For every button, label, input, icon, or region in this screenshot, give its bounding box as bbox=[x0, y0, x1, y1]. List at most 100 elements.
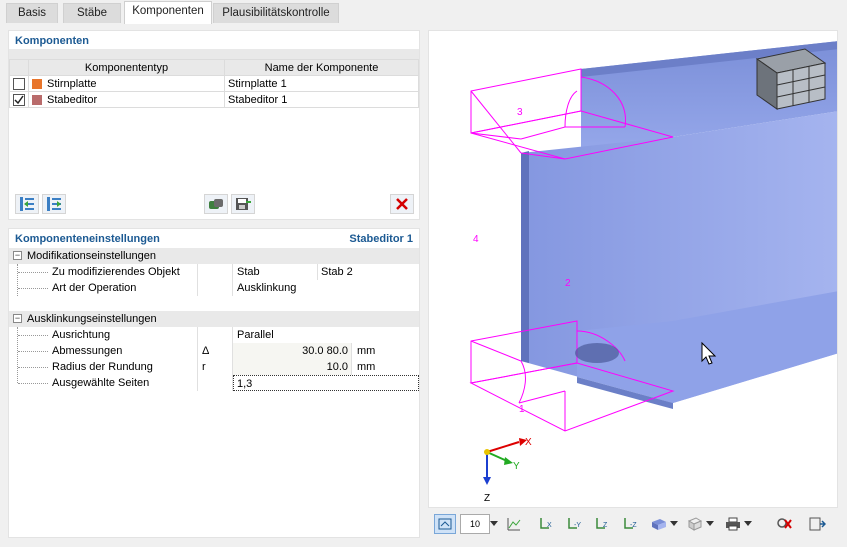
viewport-toolbar: 10 X -Y Z -Z bbox=[428, 510, 838, 538]
exit-view-button[interactable] bbox=[806, 514, 828, 534]
orientation-row[interactable]: Ausrichtung Parallel bbox=[9, 327, 419, 343]
load-library-button[interactable] bbox=[204, 194, 228, 214]
view-minus-y-button[interactable]: -Y bbox=[563, 514, 585, 534]
divider bbox=[197, 327, 198, 343]
table-row[interactable]: Stabeditor Stabeditor 1 bbox=[9, 91, 419, 108]
export-component-button[interactable] bbox=[42, 194, 66, 214]
modification-group-label: Modifikationseinstellungen bbox=[27, 250, 157, 262]
divider bbox=[232, 280, 233, 296]
sides-input[interactable]: 1,3 bbox=[233, 375, 419, 391]
object-label: Zu modifizierendes Objekt bbox=[52, 266, 180, 278]
save-library-button[interactable] bbox=[231, 194, 255, 214]
left-pane: Komponenten Komponententyp Name der Komp… bbox=[8, 30, 420, 538]
scale-dropdown[interactable]: 10 bbox=[460, 514, 490, 534]
print-button[interactable] bbox=[722, 514, 744, 534]
side-label-3: 3 bbox=[517, 107, 523, 118]
sides-label: Ausgewählte Seiten bbox=[52, 377, 150, 389]
axis-z-label: Z bbox=[484, 493, 490, 504]
list-arrow-left-icon bbox=[20, 197, 34, 211]
delete-x-icon bbox=[396, 198, 408, 210]
divider bbox=[317, 264, 318, 280]
view-minus-y-icon: -Y bbox=[568, 518, 581, 529]
type-label: Stabeditor bbox=[47, 93, 98, 106]
divider bbox=[197, 343, 198, 359]
tab-staebe[interactable]: Stäbe bbox=[63, 3, 121, 23]
view-x-icon: X bbox=[540, 518, 552, 529]
name-cell: Stabeditor 1 bbox=[224, 91, 419, 108]
transparency-button[interactable] bbox=[684, 514, 706, 534]
object-type-value[interactable]: Stab bbox=[237, 264, 260, 280]
components-header-row: Komponententyp Name der Komponente bbox=[9, 59, 419, 76]
sides-row[interactable]: Ausgewählte Seiten 1,3 bbox=[9, 375, 419, 391]
reset-view-button[interactable] bbox=[773, 514, 795, 534]
color-swatch bbox=[32, 94, 42, 105]
svg-text:Z: Z bbox=[603, 522, 608, 529]
tree-branch bbox=[18, 288, 48, 289]
checkbox-checked[interactable] bbox=[13, 93, 25, 106]
divider bbox=[197, 264, 198, 280]
checkbox-unchecked[interactable] bbox=[13, 77, 25, 90]
solid-model-icon bbox=[652, 519, 666, 530]
modification-group-header[interactable]: − Modifikationseinstellungen bbox=[9, 248, 419, 264]
tab-komponenten[interactable]: Komponenten bbox=[124, 1, 212, 24]
header-check-col bbox=[9, 59, 29, 76]
divider bbox=[197, 359, 198, 375]
chevron-down-icon[interactable] bbox=[669, 514, 679, 534]
svg-text:-Y: -Y bbox=[574, 522, 581, 529]
orientation-label: Ausrichtung bbox=[52, 329, 111, 341]
object-row[interactable]: Zu modifizierendes Objekt Stab Stab 2 bbox=[9, 264, 419, 296]
radius-value[interactable]: 10.0 bbox=[233, 359, 351, 375]
check-mark-icon bbox=[14, 95, 24, 104]
components-panel: Komponenten Komponententyp Name der Komp… bbox=[8, 30, 420, 220]
type-label: Stirnplatte bbox=[47, 77, 97, 90]
dimensions-row[interactable]: Abmessungen Δ 30.0 80.0 mm bbox=[9, 343, 419, 359]
header-name: Name der Komponente bbox=[224, 59, 419, 76]
chevron-down-icon[interactable] bbox=[489, 514, 499, 534]
view-z-button[interactable]: Z bbox=[591, 514, 613, 534]
dimensions-symbol: Δ bbox=[202, 345, 210, 357]
name-cell: Stirnplatte 1 bbox=[224, 75, 419, 92]
tab-basis[interactable]: Basis bbox=[6, 3, 58, 23]
notch-shadow bbox=[575, 343, 619, 363]
collapse-icon[interactable]: − bbox=[13, 314, 22, 323]
notch-group-header[interactable]: − Ausklinkungseinstellungen bbox=[9, 311, 419, 327]
scale-value: 10 bbox=[469, 519, 480, 529]
collapse-icon[interactable]: − bbox=[13, 251, 22, 260]
dimensions-value[interactable]: 30.0 80.0 bbox=[233, 343, 351, 359]
row-checkbox-cell[interactable] bbox=[9, 91, 29, 108]
display-properties-button[interactable] bbox=[434, 514, 456, 534]
beam-model: 3 4 2 1 X Y Z bbox=[469, 41, 837, 504]
radius-label: Radius der Rundung bbox=[52, 361, 153, 373]
result-display-button[interactable] bbox=[503, 514, 525, 534]
dimensions-label: Abmessungen bbox=[52, 345, 123, 357]
divider bbox=[197, 375, 198, 391]
radius-row[interactable]: Radius der Rundung r 10.0 mm bbox=[9, 359, 419, 375]
axis-gizmo: X Y Z bbox=[483, 437, 532, 504]
view-minus-z-icon: -Z bbox=[624, 518, 637, 529]
components-title: Komponenten bbox=[15, 35, 89, 47]
printer-icon bbox=[726, 517, 740, 531]
chevron-down-icon[interactable] bbox=[743, 514, 753, 534]
render-mode-button[interactable] bbox=[648, 514, 670, 534]
orientation-value[interactable]: Parallel bbox=[237, 327, 274, 343]
import-component-button[interactable] bbox=[15, 194, 39, 214]
view-x-button[interactable]: X bbox=[535, 514, 557, 534]
operation-value[interactable]: Ausklinkung bbox=[237, 280, 296, 296]
member-label-2: 2 bbox=[565, 278, 571, 289]
delete-component-button[interactable] bbox=[390, 194, 414, 214]
operation-row[interactable]: Art der Operation Ausklinkung bbox=[9, 280, 419, 296]
notch-group-label: Ausklinkungseinstellungen bbox=[27, 313, 157, 325]
view-cube-icon[interactable] bbox=[755, 48, 827, 110]
chevron-down-icon[interactable] bbox=[705, 514, 715, 534]
settings-panel: Komponenteneinstellungen Stabeditor 1 − … bbox=[8, 228, 420, 538]
components-header-bar bbox=[9, 49, 419, 59]
tree-branch bbox=[18, 367, 48, 368]
type-cell: Stabeditor bbox=[28, 91, 225, 108]
object-id-value[interactable]: Stab 2 bbox=[321, 264, 353, 280]
table-row[interactable]: Stirnplatte Stirnplatte 1 bbox=[9, 75, 419, 92]
tab-plausibilitaetskontrolle[interactable]: Plausibilitätskontrolle bbox=[213, 3, 339, 23]
3d-viewport[interactable]: 3 4 2 1 X Y Z bbox=[428, 30, 838, 508]
view-minus-z-button[interactable]: -Z bbox=[619, 514, 641, 534]
settings-title: Komponenteneinstellungen bbox=[15, 233, 160, 245]
row-checkbox-cell[interactable] bbox=[9, 75, 29, 92]
